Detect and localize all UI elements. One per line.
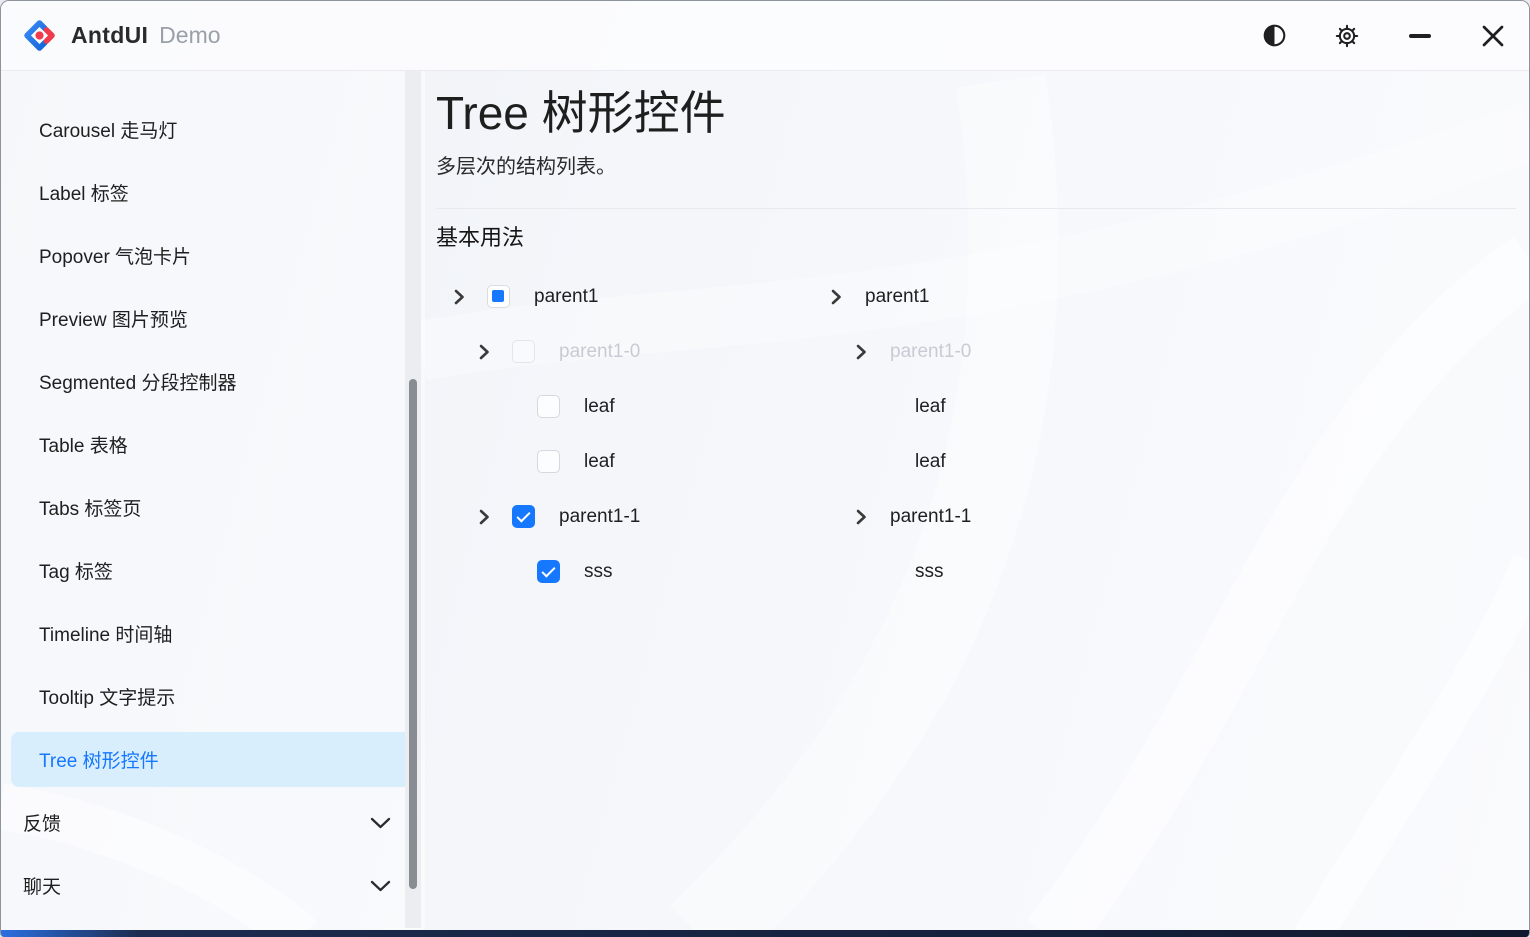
half-circle-icon <box>1262 23 1287 48</box>
sidebar: Carousel 走马灯 Label 标签 Popover 气泡卡片 Preview … <box>1 71 425 930</box>
close-icon <box>1481 24 1505 48</box>
sidebar-group-label: 反馈 <box>23 809 61 836</box>
chevron-down-icon <box>370 817 391 829</box>
sidebar-item[interactable]: Timeline 时间轴 <box>1 602 425 665</box>
main-content: Tree 树形控件 多层次的结构列表。 基本用法 <box>425 71 1529 930</box>
window-controls <box>1251 13 1529 59</box>
section-title: 基本用法 <box>436 223 1529 253</box>
minimize-icon <box>1409 34 1431 38</box>
sidebar-item[interactable]: Segmented 分段控制器 <box>1 350 425 413</box>
sidebar-menu: Carousel 走马灯 Label 标签 Popover 气泡卡片 Preview … <box>1 71 425 917</box>
window-bottom-edge <box>1 930 1529 937</box>
divider <box>436 208 1516 209</box>
sidebar-item-label: Table 表格 <box>39 431 128 458</box>
sidebar-item[interactable]: Tree 树形控件 <box>11 732 419 787</box>
app-title: AntdUI <box>71 22 148 49</box>
settings-button[interactable] <box>1324 13 1370 59</box>
minimize-button[interactable] <box>1397 13 1443 59</box>
sidebar-item[interactable]: Label 标签 <box>1 161 425 224</box>
sidebar-item[interactable]: Tag 标签 <box>1 539 425 602</box>
sidebar-item-label: Popover 气泡卡片 <box>39 242 191 269</box>
sidebar-scrollbar-track[interactable] <box>405 71 421 928</box>
app-window: AntdUI Demo <box>0 0 1530 937</box>
sidebar-item-label: Tabs 标签页 <box>39 494 141 521</box>
sidebar-item-label: Tooltip 文字提示 <box>39 683 175 710</box>
sidebar-item-label: Carousel 走马灯 <box>39 116 177 143</box>
page-title: Tree 树形控件 <box>436 85 1529 141</box>
sidebar-scrollbar-thumb[interactable] <box>409 379 417 889</box>
sidebar-item[interactable]: Tooltip 文字提示 <box>1 665 425 728</box>
sidebar-item[interactable]: Popover 气泡卡片 <box>1 224 425 287</box>
sidebar-item-label: Timeline 时间轴 <box>39 620 172 647</box>
sidebar-item-label: Label 标签 <box>39 179 129 206</box>
sidebar-item-label: Tree 树形控件 <box>39 746 159 773</box>
close-button[interactable] <box>1470 13 1516 59</box>
sidebar-item-label: Tag 标签 <box>39 557 113 584</box>
gear-icon <box>1334 23 1360 49</box>
chevron-down-icon <box>370 880 391 892</box>
app-subtitle: Demo <box>159 22 220 49</box>
app-logo-icon <box>21 17 58 54</box>
theme-toggle-button[interactable] <box>1251 13 1297 59</box>
sidebar-group-header[interactable]: 反馈 <box>1 791 425 854</box>
sidebar-item-label: Segmented 分段控制器 <box>39 368 236 395</box>
sidebar-item[interactable]: Tabs 标签页 <box>1 476 425 539</box>
sidebar-item-label: Preview 图片预览 <box>39 305 188 332</box>
titlebar: AntdUI Demo <box>1 1 1529 71</box>
sidebar-item[interactable]: Preview 图片预览 <box>1 287 425 350</box>
page-subtitle: 多层次的结构列表。 <box>436 153 1529 181</box>
sidebar-group-label: 聊天 <box>23 872 61 899</box>
sidebar-item[interactable]: Carousel 走马灯 <box>1 98 425 161</box>
sidebar-item[interactable]: Table 表格 <box>1 413 425 476</box>
sidebar-group-header[interactable]: 聊天 <box>1 854 425 917</box>
